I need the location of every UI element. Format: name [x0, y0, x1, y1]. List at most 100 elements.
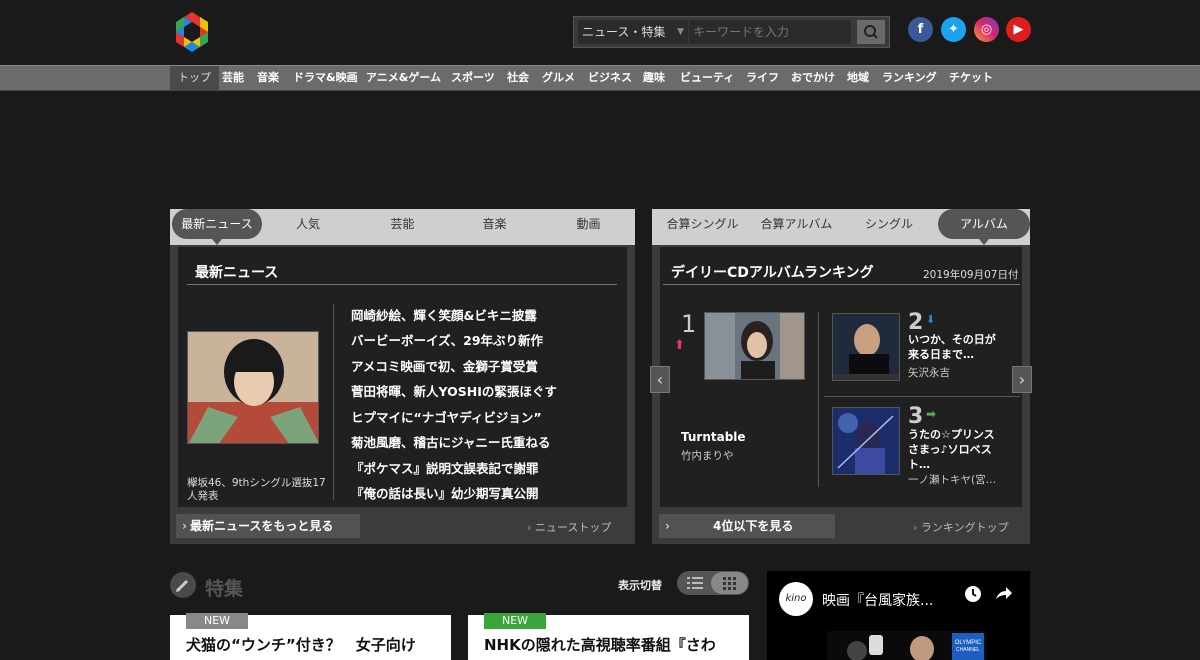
new-badge: NEW	[484, 613, 546, 629]
album-cover[interactable]	[704, 312, 805, 380]
trend-up-icon: ⬆	[674, 338, 685, 353]
news-link[interactable]: 『俺の話は長い』幼少期写真公開	[351, 483, 539, 502]
divider	[818, 312, 819, 487]
news-link[interactable]: アメコミ映画で初、金獅子賞受賞	[351, 356, 538, 375]
feature-card[interactable]: NEW NHKの隠れた高視聴率番組『さわ	[468, 613, 749, 660]
rank-number: 1	[681, 310, 697, 338]
ranking-section-title: デイリーCDアルバムランキング	[671, 265, 874, 281]
list-view-icon[interactable]	[683, 575, 707, 591]
news-link[interactable]: 岡崎紗絵、輝く笑顔&ビキニ披露	[351, 305, 537, 324]
search-button[interactable]	[857, 20, 885, 44]
view-toggle-label: 表示切替	[618, 579, 662, 592]
nav-item-gourmet[interactable]: グルメ	[542, 66, 575, 90]
feature-card-title: NHKの隠れた高視聴率番組『さわ	[484, 636, 716, 654]
nav-item-business[interactable]: ビジネス	[588, 66, 632, 90]
search-category-label: ニュース・特集	[582, 25, 666, 39]
tab-latest-news[interactable]: 最新ニュース	[172, 209, 262, 245]
more-news-button[interactable]: 最新ニュースをもっと見る	[176, 514, 360, 538]
news-link[interactable]: ヒプマイに“ナゴヤディビジョン”	[351, 407, 542, 426]
facebook-icon[interactable]: f	[908, 17, 933, 42]
video-title[interactable]: 映画『台風家族...	[822, 590, 952, 610]
tab-music[interactable]: 音楽	[462, 209, 527, 239]
feature-section-title: 特集	[205, 578, 244, 600]
rank-number: 3	[908, 404, 924, 429]
album-title[interactable]: いつか、その日が来る日まで…	[908, 332, 1003, 362]
next-arrow-button[interactable]: ›	[1012, 366, 1032, 393]
ranking-tabs: 合算シングル 合算アルバム シングル アルバム	[652, 209, 1030, 245]
view-toggle	[677, 571, 749, 595]
new-badge: NEW	[186, 613, 248, 629]
album-cover[interactable]	[832, 313, 900, 381]
divider	[663, 284, 1020, 285]
share-icon[interactable]	[993, 584, 1013, 604]
search-category-select[interactable]: ニュース・特集 ▼	[578, 20, 688, 44]
divider	[333, 304, 334, 500]
search-icon	[864, 25, 878, 39]
youtube-icon[interactable]: ▶	[1006, 17, 1031, 42]
feature-card[interactable]: NEW 犬猫の“ウンチ”付き？ 女子向け	[170, 613, 451, 660]
album-cover-image	[705, 313, 804, 379]
tab-combined-album[interactable]: 合算アルバム	[754, 209, 839, 239]
pencil-icon	[170, 572, 196, 598]
instagram-icon[interactable]: ◎	[974, 17, 999, 42]
site-logo[interactable]	[170, 10, 214, 54]
divider	[187, 284, 617, 285]
album-artist: 一ノ瀬トキヤ(宮…	[908, 474, 997, 486]
trend-same-icon: ➡	[926, 407, 937, 421]
nav-item-ranking[interactable]: ランキング	[882, 66, 937, 90]
nav-item-ticket[interactable]: チケット	[949, 66, 993, 90]
nav-item-entertainment[interactable]: 芸能	[222, 66, 244, 90]
tab-popular[interactable]: 人気	[278, 209, 338, 239]
album-cover-image	[833, 314, 899, 380]
news-photo-caption[interactable]: 欅坂46、9thシングル選抜17人発表	[187, 477, 332, 503]
album-cover-image	[833, 408, 899, 474]
grid-view-icon[interactable]	[711, 572, 748, 594]
news-link[interactable]: 『ポケマス』説明文誤表記で謝罪	[351, 458, 539, 477]
tab-single[interactable]: シングル	[854, 209, 924, 239]
video-player[interactable]: kino 映画『台風家族... OLYMPIC CHANNEL	[767, 571, 1030, 660]
nav-item-beauty[interactable]: ビューティ	[680, 66, 734, 90]
news-link[interactable]: バービーボーイズ、29年ぶり新作	[351, 330, 543, 349]
tab-entertainment[interactable]: 芸能	[370, 209, 435, 239]
news-link[interactable]: 菅田将暉、新人YOSHIの緊張ほぐす	[351, 381, 557, 400]
nav-item-hobby[interactable]: 趣味	[643, 66, 665, 90]
nav-item-top[interactable]: トップ	[170, 66, 219, 90]
svg-text:CHANNEL: CHANNEL	[956, 647, 980, 653]
nav-item-sports[interactable]: スポーツ	[451, 66, 495, 90]
nav-item-drama-movie[interactable]: ドラマ&映画	[293, 66, 358, 90]
nav-item-outing[interactable]: おでかけ	[791, 66, 835, 90]
ranking-top-link[interactable]: ランキングトップ	[913, 519, 1009, 535]
divider	[824, 396, 1020, 397]
chevron-down-icon: ▼	[677, 27, 684, 37]
nav-item-society[interactable]: 社会	[507, 66, 529, 90]
news-photo-image	[188, 332, 318, 443]
tab-album[interactable]: アルバム	[938, 209, 1030, 245]
feature-card-title: 犬猫の“ウンチ”付き？ 女子向け	[186, 636, 416, 654]
prev-arrow-button[interactable]: ‹	[650, 366, 670, 393]
news-section-title: 最新ニュース	[195, 265, 279, 281]
news-photo[interactable]	[187, 331, 319, 444]
channel-avatar[interactable]: kino	[779, 582, 813, 616]
album-title[interactable]: Turntable	[681, 430, 746, 444]
tab-video[interactable]: 動画	[556, 209, 621, 239]
nav-item-region[interactable]: 地域	[847, 66, 869, 90]
album-title[interactable]: うたの☆プリンスさまっ♪ソロベスト…	[908, 427, 1003, 472]
nav-item-anime-game[interactable]: アニメ&ゲーム	[366, 66, 441, 90]
ranking-date: 2019年09月07日付	[923, 269, 1019, 281]
main-nav: トップ 芸能 音楽 ドラマ&映画 アニメ&ゲーム スポーツ 社会 グルメ ビジネ…	[0, 65, 1200, 91]
clock-icon[interactable]	[963, 584, 983, 604]
trend-down-icon: ⬇	[926, 313, 936, 326]
tab-combined-single[interactable]: 合算シングル	[660, 209, 745, 239]
news-link[interactable]: 菊池風磨、稽古にジャニー氏重ねる	[351, 432, 550, 451]
svg-text:OLYMPIC: OLYMPIC	[955, 640, 982, 646]
more-ranking-button[interactable]: 4位以下を見る	[659, 514, 835, 538]
nav-item-life[interactable]: ライフ	[746, 66, 779, 90]
news-top-link[interactable]: ニューストップ	[527, 519, 611, 535]
nav-item-music[interactable]: 音楽	[257, 66, 279, 90]
twitter-icon[interactable]: ✦	[941, 17, 966, 42]
album-artist: 竹内まりや	[681, 450, 734, 462]
album-artist: 矢沢永吉	[908, 367, 950, 379]
search-input[interactable]	[689, 20, 851, 44]
album-cover[interactable]	[832, 407, 900, 475]
news-tabs: 最新ニュース 人気 芸能 音楽 動画	[170, 209, 635, 245]
